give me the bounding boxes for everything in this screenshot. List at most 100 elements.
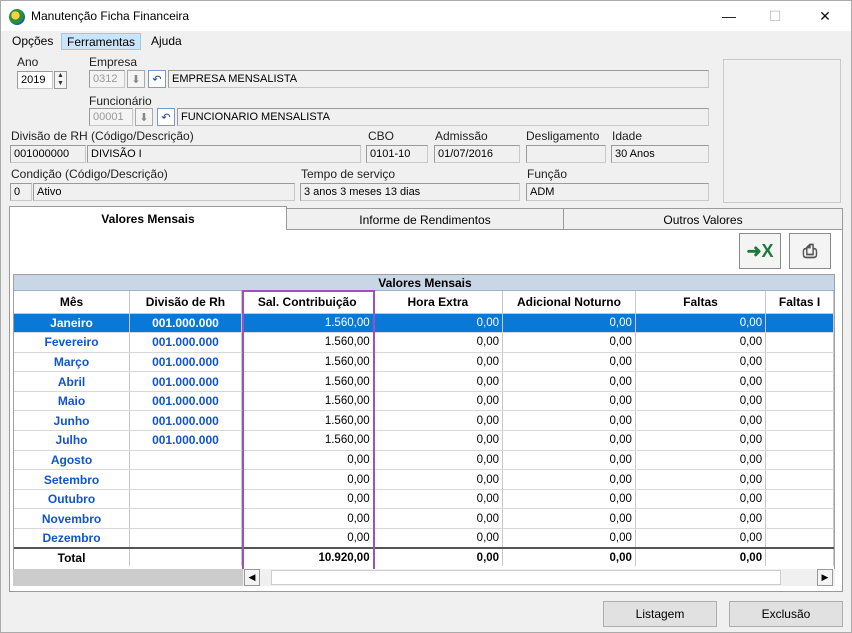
- month-cell[interactable]: Maio: [14, 391, 131, 412]
- adicional-noturno-cell[interactable]: 0,00: [502, 391, 636, 412]
- col-faltas[interactable]: Faltas: [635, 291, 767, 314]
- col-divisao[interactable]: Divisão de Rh: [129, 291, 242, 314]
- divisao-cell[interactable]: 001.000.000: [129, 430, 242, 451]
- faltas-2-cell[interactable]: [765, 450, 834, 471]
- empresa-code-input[interactable]: 0312: [89, 70, 125, 88]
- export-excel-icon[interactable]: ➜X: [739, 233, 781, 269]
- table-row[interactable]: Janeiro 001.000.000 1.560,00 0,00 0,00 0,00: [14, 313, 834, 334]
- faltas-cell[interactable]: 0,00: [635, 528, 767, 549]
- sal-cell[interactable]: 1.560,00: [241, 410, 374, 432]
- hora-extra-cell[interactable]: 0,00: [373, 469, 504, 490]
- adicional-noturno-cell[interactable]: 0,00: [502, 313, 636, 334]
- empresa-download-icon[interactable]: ⬇: [127, 70, 145, 88]
- adicional-noturno-cell[interactable]: 0,00: [502, 489, 636, 510]
- adicional-noturno-cell[interactable]: 0,00: [502, 469, 636, 490]
- hora-extra-cell[interactable]: 0,00: [373, 391, 504, 412]
- faltas-cell[interactable]: 0,00: [635, 332, 767, 353]
- col-adicional-noturno[interactable]: Adicional Noturno: [502, 291, 636, 314]
- hora-extra-cell[interactable]: 0,00: [373, 450, 504, 471]
- hora-extra-cell[interactable]: 0,00: [373, 371, 504, 392]
- month-cell[interactable]: Fevereiro: [14, 332, 131, 353]
- month-cell[interactable]: Agosto: [14, 450, 131, 471]
- faltas-2-cell[interactable]: [765, 508, 834, 530]
- divisao-cell[interactable]: 001.000.000: [129, 332, 242, 353]
- maximize-button[interactable]: ☐: [752, 1, 798, 31]
- table-row[interactable]: Julho 001.000.000 1.560,00 0,00 0,00 0,00: [14, 430, 834, 451]
- sal-cell[interactable]: 1.560,00: [241, 391, 374, 412]
- funcionario-download-icon[interactable]: ⬇: [135, 108, 153, 126]
- sal-cell[interactable]: 1.560,00: [241, 313, 374, 334]
- faltas-2-cell[interactable]: [765, 430, 834, 451]
- divisao-cell[interactable]: 001.000.000: [129, 352, 242, 373]
- exclusao-button[interactable]: Exclusão: [729, 601, 843, 627]
- close-button[interactable]: ✕: [802, 1, 848, 31]
- minimize-button[interactable]: —: [706, 1, 752, 31]
- faltas-2-cell[interactable]: [765, 332, 834, 353]
- divisao-cell[interactable]: [129, 489, 242, 510]
- month-cell[interactable]: Abril: [14, 371, 131, 392]
- col-sal-contribuicao[interactable]: Sal. Contribuição: [241, 291, 374, 314]
- divisao-cell[interactable]: [129, 450, 242, 471]
- listagem-button[interactable]: Listagem: [603, 601, 717, 627]
- faltas-2-cell[interactable]: [765, 528, 834, 549]
- hora-extra-cell[interactable]: 0,00: [373, 430, 504, 451]
- hora-extra-cell[interactable]: 0,00: [373, 410, 504, 432]
- faltas-cell[interactable]: 0,00: [635, 371, 767, 392]
- sal-cell[interactable]: 1.560,00: [241, 332, 374, 353]
- ano-spinner[interactable]: ▲ ▼: [54, 71, 67, 89]
- table-row[interactable]: Setembro 0,00 0,00 0,00 0,00: [14, 469, 834, 490]
- faltas-cell[interactable]: 0,00: [635, 489, 767, 510]
- month-cell[interactable]: Janeiro: [14, 313, 131, 334]
- adicional-noturno-cell[interactable]: 0,00: [502, 332, 636, 353]
- divisao-cell[interactable]: 001.000.000: [129, 313, 242, 334]
- faltas-cell[interactable]: 0,00: [635, 410, 767, 432]
- month-cell[interactable]: Outubro: [14, 489, 131, 510]
- scroll-right-arrow[interactable]: ▶: [817, 569, 833, 586]
- divisao-cell[interactable]: [129, 469, 242, 490]
- month-cell[interactable]: Junho: [14, 410, 131, 432]
- col-mes[interactable]: Mês: [14, 291, 131, 314]
- horizontal-scrollbar[interactable]: ◀ ▶: [13, 569, 835, 586]
- sal-cell[interactable]: 0,00: [241, 528, 374, 549]
- menu-ferramentas[interactable]: Ferramentas: [61, 33, 142, 50]
- funcionario-undo-icon[interactable]: ↶: [157, 108, 175, 126]
- table-row[interactable]: Outubro 0,00 0,00 0,00 0,00: [14, 489, 834, 510]
- sal-cell[interactable]: 1.560,00: [241, 430, 374, 451]
- faltas-2-cell[interactable]: [765, 489, 834, 510]
- faltas-2-cell[interactable]: [765, 313, 834, 334]
- menu-ajuda[interactable]: Ajuda: [146, 33, 187, 50]
- month-cell[interactable]: Dezembro: [14, 528, 131, 549]
- sal-cell[interactable]: 0,00: [241, 450, 374, 471]
- scroll-thumb[interactable]: [271, 570, 781, 585]
- table-row[interactable]: Março 001.000.000 1.560,00 0,00 0,00 0,00: [14, 352, 834, 373]
- table-row[interactable]: Fevereiro 001.000.000 1.560,00 0,00 0,00 0,00: [14, 332, 834, 353]
- table-row[interactable]: Abril 001.000.000 1.560,00 0,00 0,00 0,00: [14, 371, 834, 392]
- divisao-cell[interactable]: 001.000.000: [129, 410, 242, 432]
- empresa-undo-icon[interactable]: ↶: [148, 70, 166, 88]
- table-row[interactable]: Dezembro 0,00 0,00 0,00 0,00: [14, 528, 834, 549]
- adicional-noturno-cell[interactable]: 0,00: [502, 430, 636, 451]
- month-cell[interactable]: Novembro: [14, 508, 131, 530]
- table-row[interactable]: Novembro 0,00 0,00 0,00 0,00: [14, 508, 834, 530]
- tab-informe-rendimentos[interactable]: Informe de Rendimentos: [286, 208, 564, 230]
- month-cell[interactable]: Março: [14, 352, 131, 373]
- sal-cell[interactable]: 1.560,00: [241, 371, 374, 392]
- scroll-left-arrow[interactable]: ◀: [244, 569, 260, 586]
- faltas-2-cell[interactable]: [765, 410, 834, 432]
- divisao-cell[interactable]: [129, 508, 242, 530]
- hora-extra-cell[interactable]: 0,00: [373, 489, 504, 510]
- col-faltas-2[interactable]: Faltas I: [765, 291, 834, 314]
- faltas-cell[interactable]: 0,00: [635, 430, 767, 451]
- faltas-2-cell[interactable]: [765, 469, 834, 490]
- sal-cell[interactable]: 1.560,00: [241, 352, 374, 373]
- hora-extra-cell[interactable]: 0,00: [373, 313, 504, 334]
- table-row[interactable]: Junho 001.000.000 1.560,00 0,00 0,00 0,00: [14, 410, 834, 432]
- month-cell[interactable]: Julho: [14, 430, 131, 451]
- adicional-noturno-cell[interactable]: 0,00: [502, 508, 636, 530]
- ano-input[interactable]: 2019: [17, 71, 53, 89]
- faltas-2-cell[interactable]: [765, 391, 834, 412]
- faltas-cell[interactable]: 0,00: [635, 391, 767, 412]
- col-hora-extra[interactable]: Hora Extra: [373, 291, 504, 314]
- faltas-cell[interactable]: 0,00: [635, 469, 767, 490]
- hora-extra-cell[interactable]: 0,00: [373, 332, 504, 353]
